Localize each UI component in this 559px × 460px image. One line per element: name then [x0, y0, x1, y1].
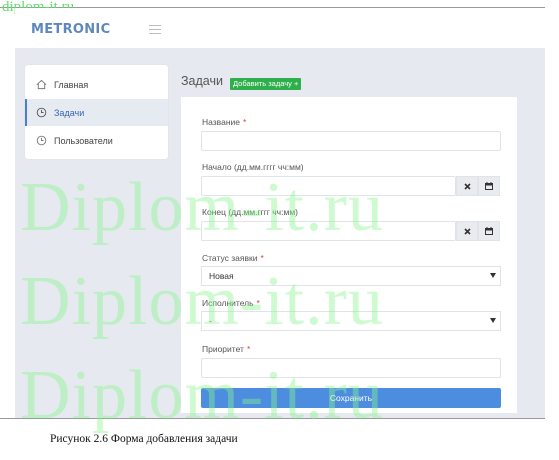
required-mark: * [242, 117, 247, 127]
name-label: Название * [202, 117, 247, 127]
chevron-down-icon [490, 273, 496, 278]
save-button[interactable]: Сохранить [201, 388, 501, 408]
sidebar-item-tasks[interactable]: Задачи [25, 99, 168, 126]
brand-logo[interactable]: METRONIC [31, 22, 110, 37]
home-icon [36, 79, 47, 90]
calendar-icon [485, 227, 493, 235]
required-mark: * [260, 253, 264, 263]
end-label: Конец (дд.мм.гггг чч:мм) [202, 207, 298, 217]
close-icon [463, 227, 471, 235]
figure-caption: Рисунок 2.6 Форма добавления задачи [50, 433, 238, 445]
sidebar-item-label: Главная [54, 79, 89, 90]
calendar-icon [485, 182, 493, 190]
clock-icon [36, 135, 47, 146]
start-label: Начало (дд.мм.гггг чч:мм) [202, 162, 304, 172]
priority-label: Приоритет * [202, 344, 251, 354]
status-value: Новая [209, 271, 234, 281]
end-calendar-button[interactable] [478, 221, 500, 241]
end-input[interactable] [201, 221, 456, 241]
add-task-button[interactable]: Добавить задачу + [230, 78, 302, 90]
end-clear-button[interactable] [456, 221, 478, 241]
start-calendar-button[interactable] [478, 176, 500, 196]
app-header: METRONIC [15, 8, 545, 48]
sidebar-item-label: Задачи [54, 107, 85, 118]
status-label: Статус заявки * [202, 253, 264, 263]
status-select[interactable]: Новая [201, 266, 501, 286]
screenshot-root: diplom-it.ru METRONIC Главная Задачи [0, 0, 559, 460]
assignee-value: - [209, 316, 212, 326]
hamburger-icon[interactable] [149, 25, 161, 34]
assignee-select[interactable]: - [201, 311, 501, 331]
required-mark: * [246, 344, 251, 354]
page-title: Задачи [181, 74, 223, 88]
required-mark: * [256, 298, 260, 308]
sidebar-item-label: Пользователи [54, 135, 113, 146]
chevron-down-icon [490, 318, 496, 323]
name-input[interactable] [201, 131, 501, 151]
sidebar-item-users[interactable]: Пользователи [25, 127, 168, 154]
sidebar-item-home[interactable]: Главная [25, 71, 168, 98]
start-input[interactable] [201, 176, 456, 196]
clock-icon [36, 107, 47, 118]
start-clear-button[interactable] [456, 176, 478, 196]
assignee-label: Исполнитель * [202, 298, 260, 308]
bottom-border-line [0, 418, 545, 419]
close-icon [463, 182, 471, 190]
sidebar: Главная Задачи Пользователи [25, 65, 168, 159]
priority-input[interactable] [201, 358, 501, 378]
